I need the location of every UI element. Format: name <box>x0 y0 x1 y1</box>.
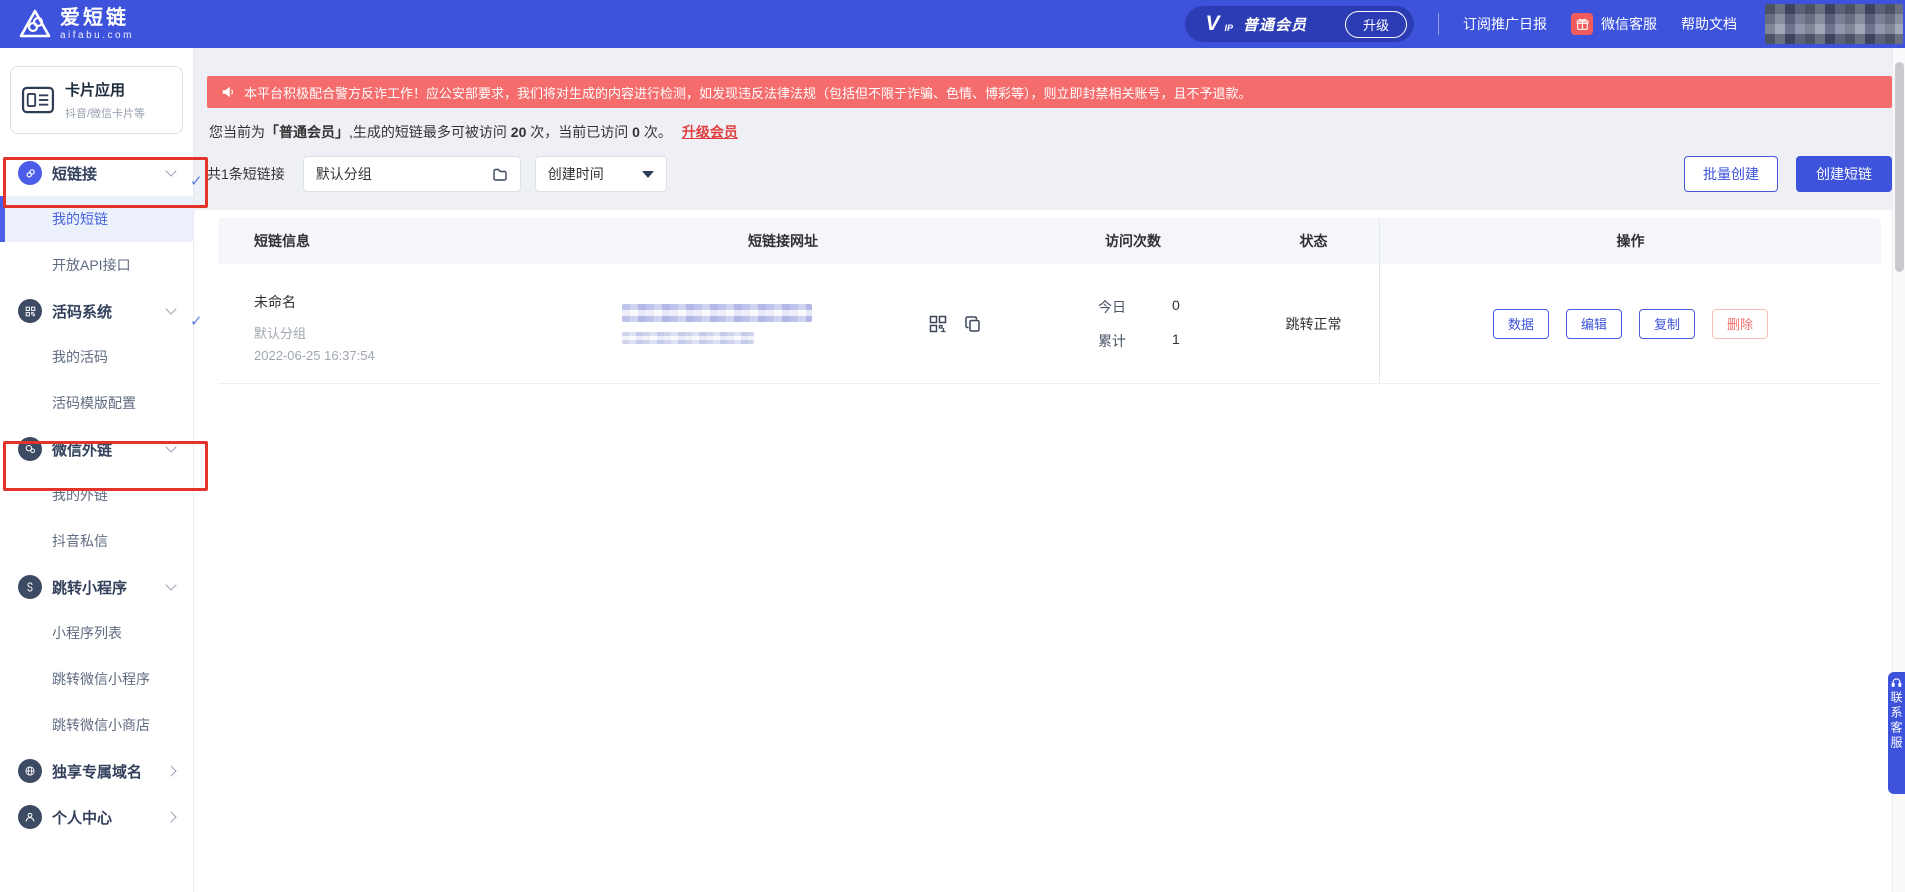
table-row: 未命名 默认分组 2022-06-25 16:37:54 今日 0 累计 1 跳… <box>218 264 1881 384</box>
brand-logo[interactable]: 爱短链 aifabu.com <box>18 7 134 41</box>
chevron-down-icon <box>165 441 177 453</box>
sidebar-group-miniprogram-jump[interactable]: 跳转小程序 <box>0 564 193 610</box>
sidebar-group-shortlink[interactable]: 短链接 <box>0 150 193 196</box>
visits-today-label: 今日 <box>1098 298 1126 315</box>
anti-fraud-banner: 本平台积极配合警方反诈工作！应公安部要求，我们将对生成的内容进行检测，如发现违反… <box>207 76 1892 108</box>
header-divider <box>1438 13 1439 35</box>
chevron-down-icon <box>165 165 177 177</box>
user-icon <box>18 805 42 829</box>
col-header-url: 短链接网址 <box>748 233 818 249</box>
shortlink-created-time: 2022-06-25 16:37:54 <box>254 348 375 363</box>
batch-create-button[interactable]: 批量创建 <box>1684 156 1778 192</box>
sidebar-item-my-qrcodes[interactable]: 我的活码 <box>0 334 193 380</box>
gift-icon <box>1571 13 1593 35</box>
contact-support-label: 联系客服 <box>1889 691 1903 751</box>
folder-icon <box>492 166 508 182</box>
card-icon <box>21 86 55 114</box>
toolbar: 共1条短链接 默认分组 创建时间 批量创建 创建短链 <box>207 156 1892 192</box>
col-header-actions: 操作 <box>1379 218 1881 264</box>
chevron-right-icon <box>165 811 177 823</box>
vip-icon: V <box>1205 12 1220 35</box>
sidebar-item-my-external-links[interactable]: 我的外链 <box>0 472 193 518</box>
sidebar-group-custom-domain[interactable]: 独享专属域名 <box>0 748 193 794</box>
copy-url-icon[interactable] <box>964 315 982 333</box>
col-header-info: 短链信息 <box>254 233 310 249</box>
user-avatar-blurred[interactable] <box>1765 4 1903 44</box>
shortlink-url-blurred <box>622 303 812 344</box>
group-filter-select[interactable]: 默认分组 <box>302 156 521 192</box>
time-sort-select[interactable]: 创建时间 <box>534 156 667 192</box>
shortlink-table: 短链信息 短链接网址 访问次数 状态 操作 未命名 默认分组 2022-06-2… <box>194 210 1905 892</box>
edit-button[interactable]: 编辑 <box>1566 308 1622 339</box>
brand-name: 爱短链 <box>60 6 129 29</box>
chevron-down-icon <box>165 303 177 315</box>
card-app-entry[interactable]: 卡片应用 抖音/微信卡片等 <box>10 66 183 134</box>
nav-wechat-support[interactable]: 微信客服 <box>1571 13 1657 35</box>
col-header-status: 状态 <box>1299 233 1328 249</box>
sidebar-item-open-api[interactable]: 开放API接口 <box>0 242 193 288</box>
sidebar-item-qrcode-template[interactable]: 活码模版配置 <box>0 380 193 426</box>
nav-subscribe-report[interactable]: 订阅推广日报 <box>1463 14 1547 34</box>
sidebar-item-douyin-dm[interactable]: 抖音私信 <box>0 518 193 564</box>
status-badge: 跳转正常 <box>1285 315 1342 332</box>
sidebar-item-my-shortlinks[interactable]: 我的短链 <box>0 196 193 242</box>
vip-level-label: 普通会员 <box>1242 16 1307 34</box>
upgrade-member-link[interactable]: 升级会员 <box>682 124 738 140</box>
member-status-line: 您当前为「普通会员」,生成的短链最多可被访问 20 次，当前已访问 0 次。 升级… <box>209 124 738 140</box>
app-header: 爱短链 aifabu.com V IP 普通会员 升级 订阅推广日报 微信客服 <box>0 0 1905 48</box>
table-header-row: 短链信息 短链接网址 访问次数 状态 操作 <box>218 218 1881 264</box>
chevron-right-icon <box>165 765 177 777</box>
banner-text: 本平台积极配合警方反诈工作！应公安部要求，我们将对生成的内容进行检测，如发现违反… <box>244 85 1252 101</box>
shortlink-name: 未命名 <box>254 294 296 310</box>
sidebar-item-jump-wechat-miniprogram[interactable]: 跳转微信小程序 <box>0 656 193 702</box>
sidebar-item-jump-wechat-minishop[interactable]: 跳转微信小商店 <box>0 702 193 748</box>
headset-icon <box>1891 677 1902 688</box>
visits-total-label: 累计 <box>1098 332 1126 349</box>
sidebar-group-wechat-external[interactable]: 微信外链 <box>0 426 193 472</box>
shortlink-group: 默认分组 <box>254 326 307 341</box>
triangle-down-icon <box>641 170 654 178</box>
sidebar-item-miniprogram-list[interactable]: 小程序列表 <box>0 610 193 656</box>
megaphone-icon <box>221 85 235 99</box>
upgrade-button[interactable]: 升级 <box>1344 10 1407 38</box>
shortlink-count: 共1条短链接 <box>207 166 285 182</box>
create-shortlink-button[interactable]: 创建短链 <box>1796 156 1892 192</box>
qrcode-icon <box>18 299 42 323</box>
wechat-icon <box>18 437 42 461</box>
sidebar-group-live-qrcode[interactable]: 活码系统 <box>0 288 193 334</box>
card-app-subtitle: 抖音/微信卡片等 <box>65 108 146 120</box>
data-button[interactable]: 数据 <box>1493 308 1549 339</box>
col-header-visits: 访问次数 <box>1105 233 1161 249</box>
copy-button[interactable]: 复制 <box>1639 308 1695 339</box>
sidebar: 卡片应用 抖音/微信卡片等 短链接 我的短链 开放API接口 活码系统 我的活码… <box>0 48 194 892</box>
link-icon <box>18 161 42 185</box>
logo-triangle-link-icon <box>18 7 52 41</box>
nav-help-docs[interactable]: 帮助文档 <box>1681 14 1737 34</box>
brand-domain: aifabu.com <box>60 29 134 41</box>
vip-badge: V IP 普通会员 升级 <box>1185 6 1414 42</box>
qrcode-preview-icon[interactable] <box>928 314 948 334</box>
chevron-down-icon <box>165 579 177 591</box>
sidebar-group-personal-center[interactable]: 个人中心 <box>0 794 193 840</box>
scrollbar-thumb[interactable] <box>1895 62 1904 272</box>
miniprogram-icon <box>18 575 42 599</box>
contact-support-widget[interactable]: 联系客服 <box>1888 672 1905 794</box>
visits-today-value: 0 <box>1172 296 1180 313</box>
card-app-title: 卡片应用 <box>65 82 126 99</box>
main-content: 本平台积极配合警方反诈工作！应公安部要求，我们将对生成的内容进行检测，如发现违反… <box>194 48 1905 892</box>
globe-icon <box>18 759 42 783</box>
delete-button[interactable]: 删除 <box>1712 308 1768 339</box>
visits-total-value: 1 <box>1172 330 1180 347</box>
